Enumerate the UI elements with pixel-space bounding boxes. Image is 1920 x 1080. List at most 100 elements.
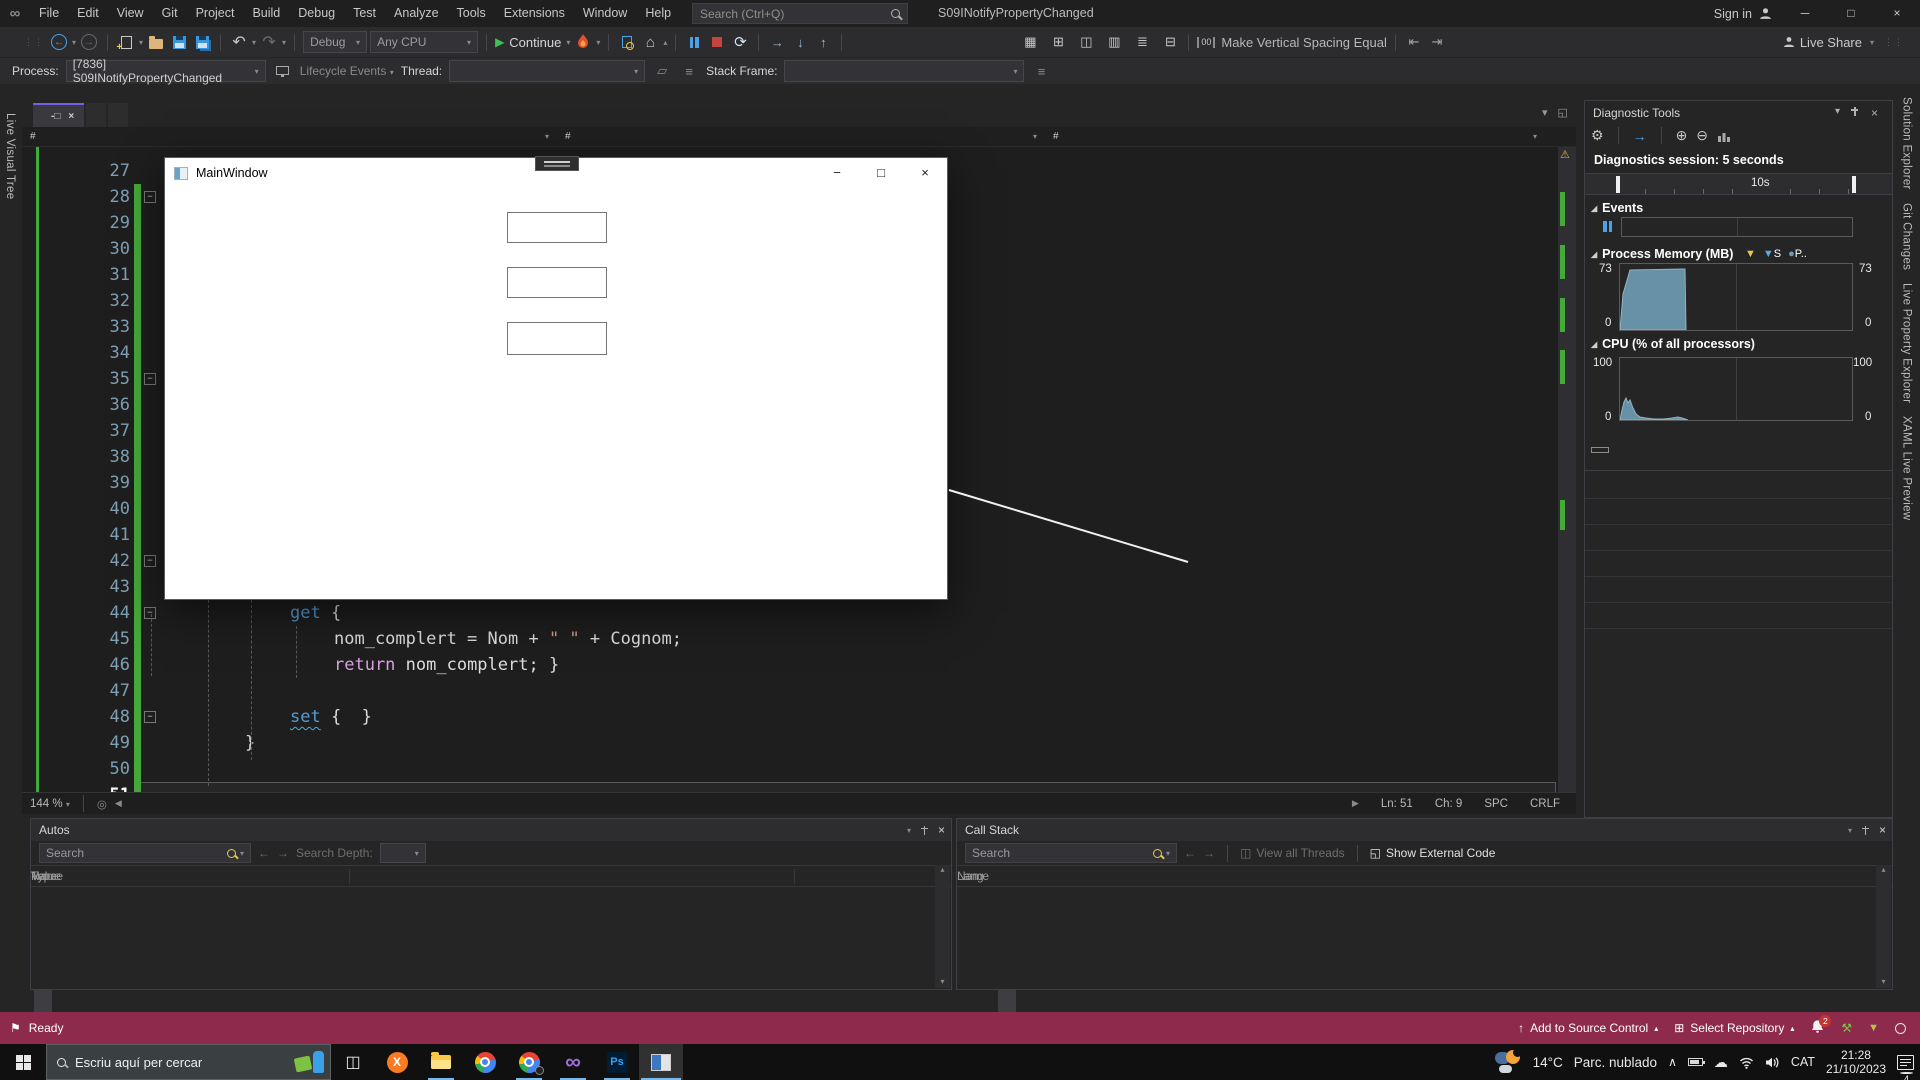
reset-view-icon[interactable]	[1717, 130, 1731, 142]
section-action[interactable]	[1585, 551, 1892, 577]
inapp-toolbar-grip[interactable]	[535, 156, 579, 171]
menu-5[interactable]: Build	[243, 0, 289, 27]
zoom-dropdown[interactable]: 144 % ▾	[30, 798, 70, 810]
prev-result-icon[interactable]: ←	[258, 846, 270, 860]
wifi-icon[interactable]	[1739, 1056, 1754, 1069]
code-line-48[interactable]: 48 − set { }	[22, 704, 1558, 730]
panel-dropdown-icon[interactable]: ▾	[907, 826, 911, 835]
back-dropdown-icon[interactable]: ▾	[72, 38, 76, 47]
app-close-button[interactable]: ×	[903, 158, 947, 188]
hot-reload-dropdown-icon[interactable]: ▾	[596, 38, 600, 47]
column-header-2[interactable]: Type	[31, 869, 57, 883]
field-textbox[interactable]	[507, 322, 607, 355]
save-icon[interactable]	[172, 35, 186, 49]
save-all-icon[interactable]	[195, 35, 209, 49]
editor-scrollbar[interactable]: ⚠	[1558, 147, 1576, 792]
pin-icon[interactable]	[1850, 107, 1859, 119]
code-line-46[interactable]: 46 return nom_complert; }	[22, 652, 1558, 678]
health-indicator-icon[interactable]: ◎	[97, 797, 107, 811]
zoom-out-icon[interactable]: ⊖	[1696, 127, 1708, 144]
code-line-47[interactable]: 47	[22, 678, 1558, 704]
fold-marker[interactable]: −	[144, 555, 156, 567]
zoom-in-icon[interactable]: ⊕	[1676, 127, 1688, 144]
section-action[interactable]	[1585, 499, 1892, 525]
taskbar-app-active[interactable]	[639, 1044, 683, 1080]
bottom-tab-right-5[interactable]	[1052, 990, 1070, 1012]
search-input[interactable]: Search ▾	[965, 843, 1177, 863]
battery-icon[interactable]	[1687, 1058, 1705, 1066]
menu-4[interactable]: Project	[187, 0, 244, 27]
breadcrumb-segment-1[interactable]: # ▾	[557, 127, 1045, 147]
platform-dropdown[interactable]: Any CPU ▾	[370, 31, 479, 53]
taskbar-search-input[interactable]: Escriu aquí per cercar	[46, 1044, 331, 1080]
continue-button[interactable]: ▶ Continue ▾	[495, 31, 570, 53]
mainwindow-app[interactable]: MainWindow − □ ×	[164, 156, 948, 600]
diag-tab-1[interactable]	[1613, 447, 1631, 453]
memory-section-header[interactable]: ◢ Process Memory (MB)	[1591, 247, 1733, 261]
timeline-ruler[interactable]: 10s	[1585, 173, 1892, 195]
lifecycle-events-dropdown[interactable]: Lifecycle Events ▾	[300, 64, 394, 78]
home-icon[interactable]: ⌂	[640, 31, 660, 53]
panel-dropdown-icon[interactable]: ▾	[1835, 106, 1840, 117]
flag-threads-icon[interactable]: ≡	[679, 60, 699, 82]
show-external-code-button[interactable]: ◱ Show External Code	[1370, 846, 1496, 860]
pin-icon[interactable]: -□	[51, 111, 60, 122]
panel-close-icon[interactable]: ×	[1871, 106, 1878, 120]
view-all-threads-button[interactable]: ◫ View all Threads	[1240, 846, 1345, 860]
code-line-45[interactable]: 45 nom_complert = Nom + " " + Cognom;	[22, 626, 1558, 652]
range-handle-right[interactable]	[1852, 176, 1856, 193]
stack-frame-dropdown[interactable]: ▾	[784, 60, 1025, 82]
bottom-tab-right-0[interactable]	[962, 990, 980, 1012]
next-frame-icon[interactable]: →	[1203, 846, 1215, 860]
doc-tab-1[interactable]: -□ ×	[86, 103, 107, 127]
side-tab-live-visual-tree[interactable]: Live Visual Tree	[4, 113, 16, 199]
breadcrumb-segment-0[interactable]: # ▾	[22, 127, 557, 147]
bottom-tab-2[interactable]	[70, 990, 88, 1012]
fold-marker[interactable]: −	[144, 373, 156, 385]
side-tab-3[interactable]: XAML Live Preview	[1901, 416, 1913, 520]
maximize-button[interactable]: □	[1828, 0, 1874, 27]
hot-reload-icon[interactable]	[573, 31, 593, 53]
navigate-back-icon[interactable]: ←	[51, 34, 67, 50]
quick-search-input[interactable]: Search (Ctrl+Q)	[692, 3, 908, 24]
side-tab-1[interactable]: Git Changes	[1901, 203, 1913, 270]
weather-desc[interactable]: Parc. nublado	[1574, 1055, 1657, 1070]
spaces-indicator[interactable]: SPC	[1484, 798, 1508, 810]
menu-11[interactable]: Window	[574, 0, 636, 27]
more-options-icon[interactable]: ▴	[663, 38, 667, 47]
bottom-tab-right-1[interactable]	[980, 990, 998, 1012]
action-center-button[interactable]: 4	[1897, 1054, 1914, 1080]
float-window-icon[interactable]: ◱	[1558, 106, 1568, 119]
side-tab-0[interactable]: Solution Explorer	[1901, 97, 1913, 190]
scroll-right-icon[interactable]: ▶	[1352, 798, 1359, 809]
align-icon[interactable]: ⇤	[1404, 31, 1424, 53]
column-header-1[interactable]: Lang	[957, 869, 984, 883]
xaml-tool-icon-3[interactable]: ▥	[1104, 31, 1124, 53]
panel-dropdown-icon[interactable]: ▾	[1848, 826, 1852, 835]
stack-options-icon[interactable]: ≡	[1031, 60, 1051, 82]
redo-dropdown-icon[interactable]: ▾	[282, 38, 286, 47]
code-line-44[interactable]: 44 − get {	[22, 600, 1558, 626]
taskbar-app-explorer[interactable]	[419, 1044, 463, 1080]
eol-indicator[interactable]: CRLF	[1530, 798, 1560, 810]
bottom-tab-0[interactable]	[34, 990, 52, 1012]
xaml-tool-icon-1[interactable]: ⊞	[1048, 31, 1068, 53]
weather-icon[interactable]	[1494, 1048, 1522, 1074]
select-repository-button[interactable]: ⊞ Select Repository ▴	[1674, 1021, 1794, 1035]
taskbar-app-xampp[interactable]: X	[375, 1044, 419, 1080]
pin-icon[interactable]	[920, 825, 929, 835]
bottom-tab-1[interactable]	[52, 990, 70, 1012]
export-icon[interactable]: →	[1633, 128, 1647, 144]
section-action[interactable]	[1585, 603, 1892, 629]
diag-tab-2[interactable]	[1635, 447, 1653, 453]
pause-events-icon[interactable]	[1603, 221, 1612, 235]
side-tab-2[interactable]: Live Property Explorer	[1901, 283, 1913, 403]
menu-6[interactable]: Debug	[289, 0, 344, 27]
diag-tab-0[interactable]	[1591, 447, 1609, 453]
menu-12[interactable]: Help	[636, 0, 680, 27]
keyboard-language[interactable]: CAT	[1791, 1055, 1815, 1069]
bottom-tab-right-7[interactable]	[1088, 990, 1106, 1012]
prev-frame-icon[interactable]: ←	[1184, 846, 1196, 860]
cpu-section-header[interactable]: ◢ CPU (% of all processors)	[1591, 337, 1755, 351]
toolbar-overflow-grip[interactable]: ⋮⋮	[1884, 37, 1904, 48]
